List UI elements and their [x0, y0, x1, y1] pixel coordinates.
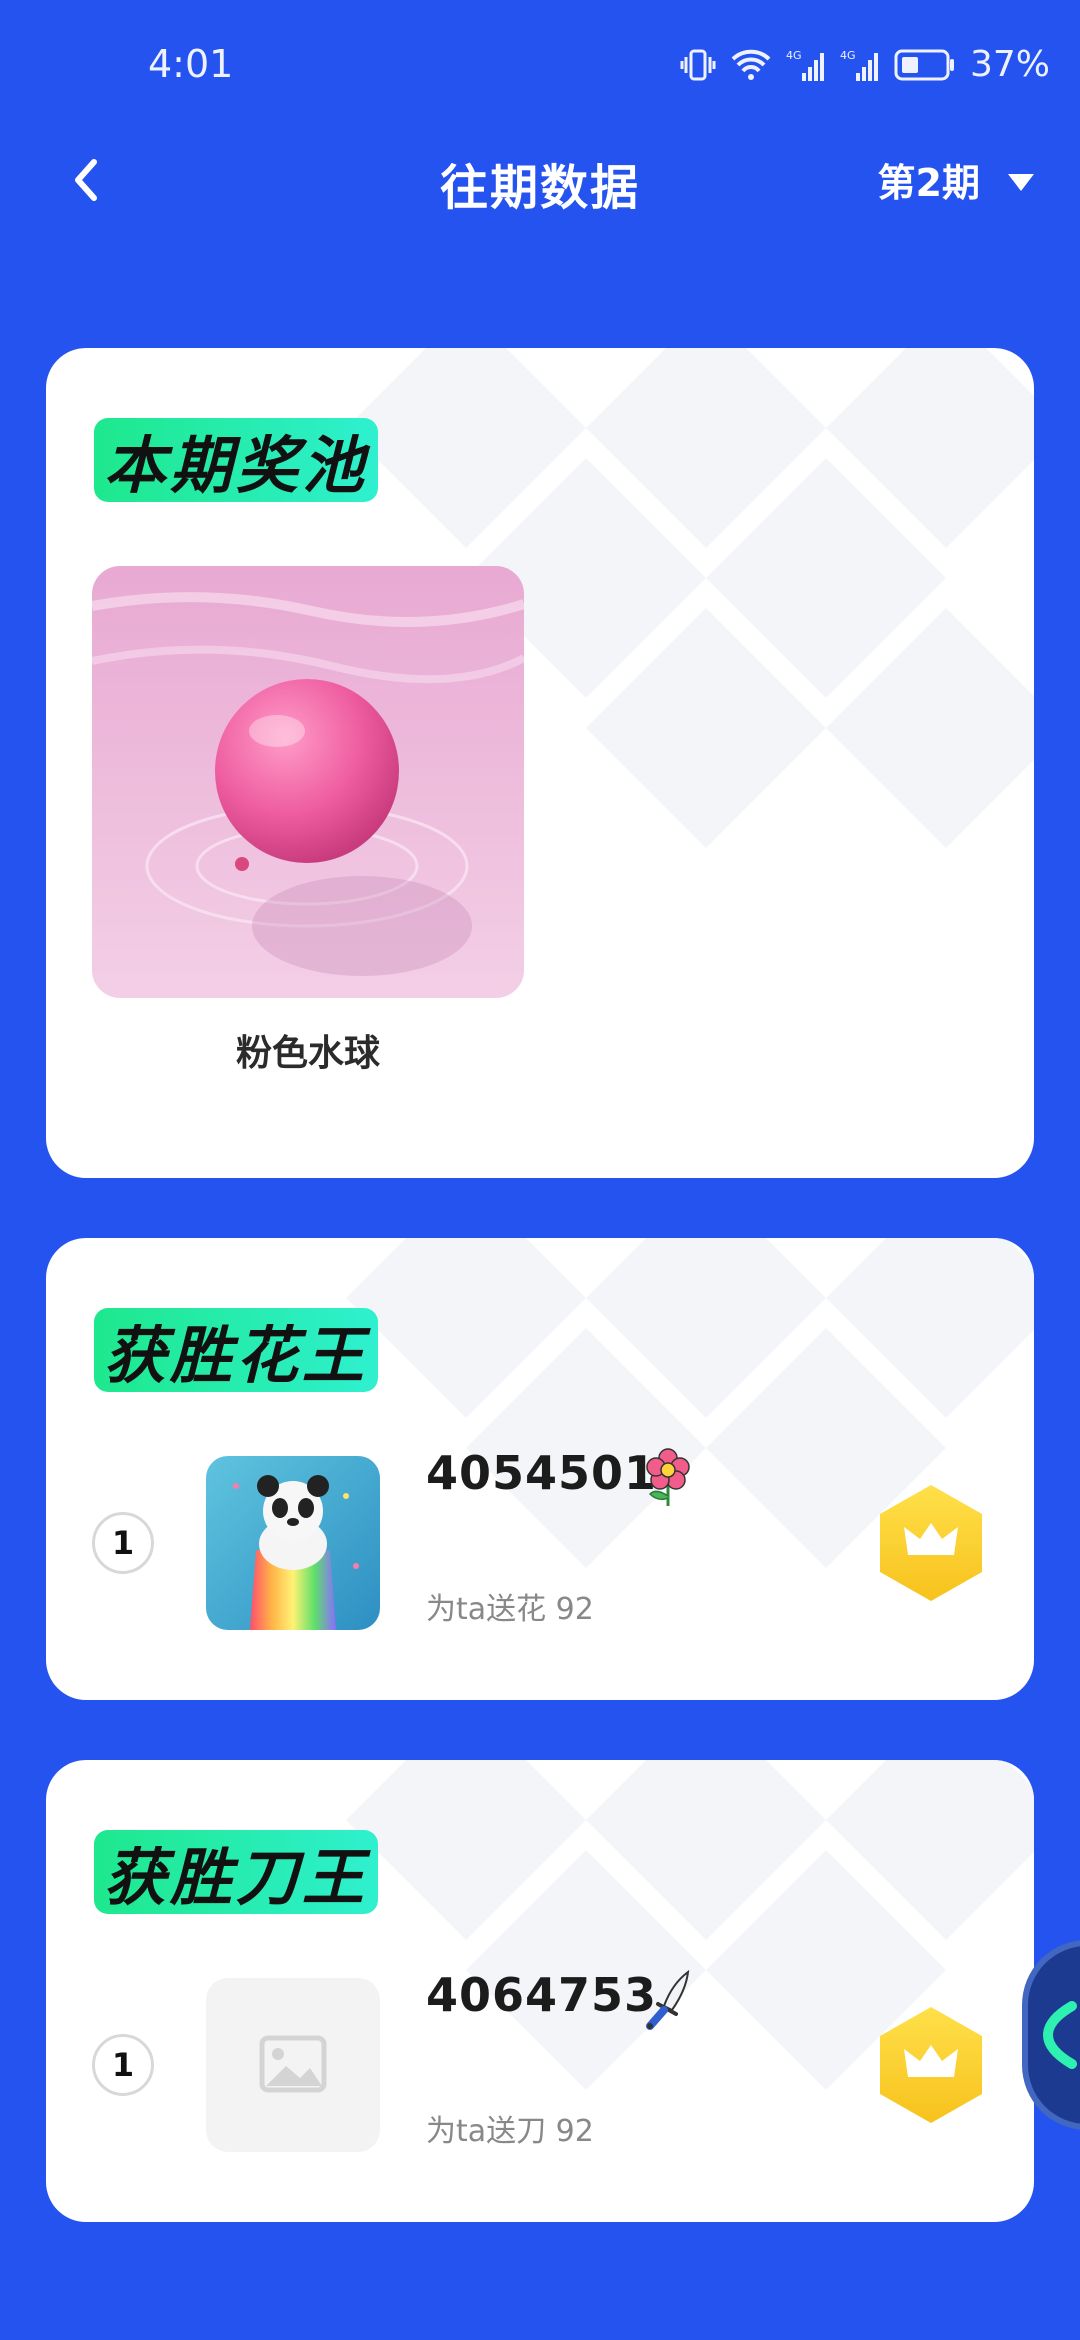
knife-king-title: 获胜刀王 [94, 1830, 379, 1914]
status-icons: 4G 4G 37% [680, 44, 1050, 85]
image-placeholder-icon [206, 2035, 380, 2152]
battery-icon [894, 48, 956, 82]
dropdown-triangle-icon [1006, 158, 1036, 202]
knife-king-card: 获胜刀王 1 4064753 为ta送刀 92 [46, 1760, 1034, 2222]
rank-number: 1 [92, 1512, 154, 1574]
vibrate-icon [680, 47, 716, 83]
prize-pool-title: 本期奖池 [94, 418, 379, 502]
avatar-placeholder[interactable] [206, 1978, 380, 2152]
signal-icon-2: 4G [840, 47, 880, 83]
period-selector[interactable]: 第2期 [878, 152, 1036, 207]
status-time: 4:01 [148, 42, 234, 86]
flower-count-text: 为ta送花 92 [426, 1592, 594, 1627]
avatar-panda[interactable] [206, 1456, 380, 1630]
crown-badge-icon [876, 2005, 986, 2125]
headset-icon [1040, 2000, 1080, 2074]
knife-count-text: 为ta送刀 92 [426, 2114, 594, 2149]
svg-text:4G: 4G [786, 49, 802, 62]
period-label: 第2期 [877, 161, 980, 205]
user-id: 4064753 [426, 1968, 658, 2022]
flower-icon [642, 1448, 694, 1508]
flower-king-title: 获胜花王 [94, 1308, 379, 1392]
battery-percent: 37% [969, 44, 1050, 85]
svg-text:4G: 4G [840, 49, 856, 62]
status-bar: 4:01 4G 4G 37% [0, 0, 1080, 130]
user-id: 4054501 [426, 1446, 658, 1500]
flower-king-card: 获胜花王 1 4054501 为ta送花 92 [46, 1238, 1034, 1700]
floating-side-button[interactable] [1022, 1940, 1080, 2130]
wifi-icon [730, 48, 772, 82]
prize-image-water-balloon[interactable] [92, 566, 524, 998]
prize-name: 粉色水球 [235, 1033, 380, 1074]
knife-icon [642, 1969, 694, 2030]
rank-number: 1 [92, 2034, 154, 2096]
signal-icon-1: 4G [786, 47, 826, 83]
crown-badge-icon [876, 1483, 986, 1603]
top-nav: 往期数据 第2期 [0, 130, 1080, 230]
prize-pool-card: 本期奖池 粉色水球 [46, 348, 1034, 1178]
